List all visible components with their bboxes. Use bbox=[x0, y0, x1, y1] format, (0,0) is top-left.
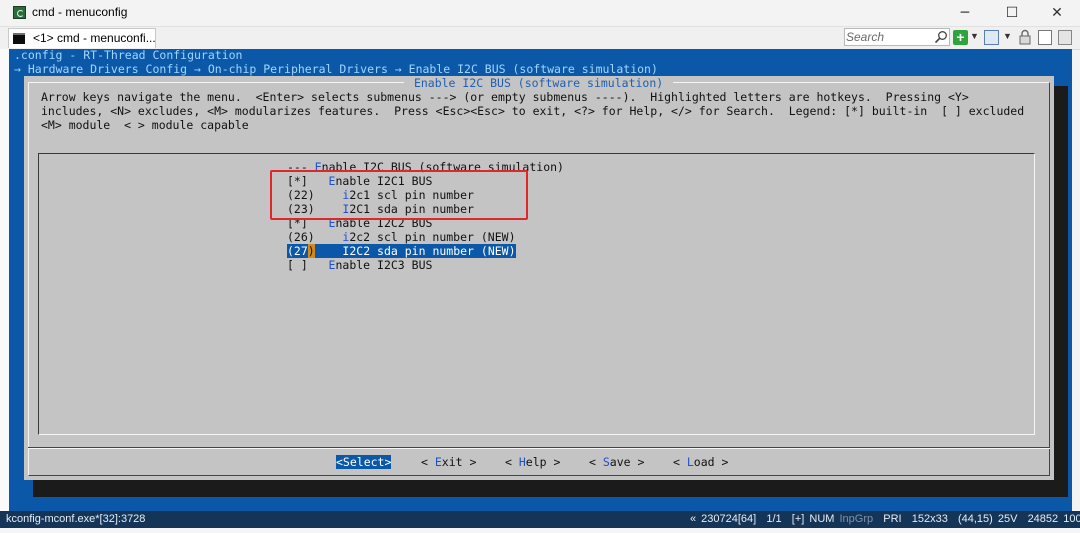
exit-button[interactable]: < Exit > bbox=[421, 455, 476, 469]
status-process: kconfig-mconf.exe*[32]:3728 bbox=[6, 513, 146, 525]
status-pri: PRI bbox=[883, 513, 902, 525]
app-icon bbox=[13, 6, 26, 19]
help-line: includes, <N> excludes, <M> modularizes … bbox=[41, 104, 1025, 118]
background-window-bottom bbox=[0, 528, 1080, 533]
help-text: Arrow keys navigate the menu. <Enter> se… bbox=[41, 90, 1024, 132]
add-console-icon[interactable]: + bbox=[953, 30, 968, 45]
help-line: Arrow keys navigate the menu. <Enter> se… bbox=[41, 90, 969, 104]
help-button[interactable]: < Help > bbox=[505, 455, 560, 469]
chevron-down-icon[interactable]: ▼ bbox=[1003, 31, 1012, 41]
search-icon[interactable] bbox=[934, 30, 948, 44]
menu-list-box bbox=[38, 153, 1035, 435]
background-window-edge bbox=[0, 49, 9, 511]
config-path: .config - RT-Thread Configuration bbox=[14, 48, 243, 62]
close-button[interactable]: ✕ bbox=[1034, 0, 1080, 26]
status-inpgrp: InpGrp bbox=[839, 513, 874, 525]
window-title: cmd - menuconfig bbox=[32, 5, 128, 19]
select-button[interactable]: <Select> bbox=[336, 455, 392, 469]
tab-label: <1> cmd - menuconfi... bbox=[33, 31, 156, 45]
menu-item-enable-i2c3[interactable]: [ ] Enable I2C3 BUS bbox=[287, 258, 432, 272]
status-pages: 1/1 bbox=[766, 513, 782, 525]
breadcrumb: → Hardware Drivers Config → On-chip Peri… bbox=[14, 62, 658, 76]
menu-item-i2c2-scl[interactable]: (26) i2c2 scl pin number (NEW) bbox=[287, 230, 516, 244]
window-titlebar bbox=[0, 0, 1080, 27]
dialog-title: Enable I2C BUS (software simulation) bbox=[404, 76, 674, 90]
load-button[interactable]: < Load > bbox=[673, 455, 728, 469]
menu-icon[interactable] bbox=[1058, 30, 1072, 45]
status-cursor: (44,15) 25V bbox=[957, 513, 1018, 525]
annotation-highlight-box bbox=[270, 170, 528, 220]
text-cursor: ) bbox=[307, 244, 315, 258]
status-position: « 230724[64] bbox=[690, 513, 757, 525]
help-line: <M> module < > module capable bbox=[41, 118, 249, 132]
chevron-down-icon[interactable]: ▼ bbox=[970, 31, 979, 41]
maximize-button[interactable]: ☐ bbox=[989, 0, 1035, 26]
minimize-button[interactable]: ─ bbox=[942, 0, 988, 26]
terminal-tab-icon bbox=[13, 33, 25, 44]
search-input[interactable] bbox=[846, 29, 932, 45]
status-info: « 230724[64] 1/1 [+] NUM InpGrp PRI 152x… bbox=[690, 513, 1080, 525]
menu-item-i2c2-sda-selected[interactable]: (27) I2C2 sda pin number (NEW) bbox=[287, 244, 516, 258]
status-size: 152x33 bbox=[911, 513, 948, 525]
view-icon[interactable] bbox=[984, 30, 999, 45]
status-memory: 24852 100% bbox=[1027, 513, 1080, 525]
split-icon[interactable] bbox=[1038, 30, 1052, 45]
lock-icon[interactable] bbox=[1018, 29, 1032, 45]
button-divider bbox=[28, 447, 1050, 449]
status-flags: [+] NUM bbox=[791, 513, 835, 525]
save-button[interactable]: < Save > bbox=[589, 455, 644, 469]
